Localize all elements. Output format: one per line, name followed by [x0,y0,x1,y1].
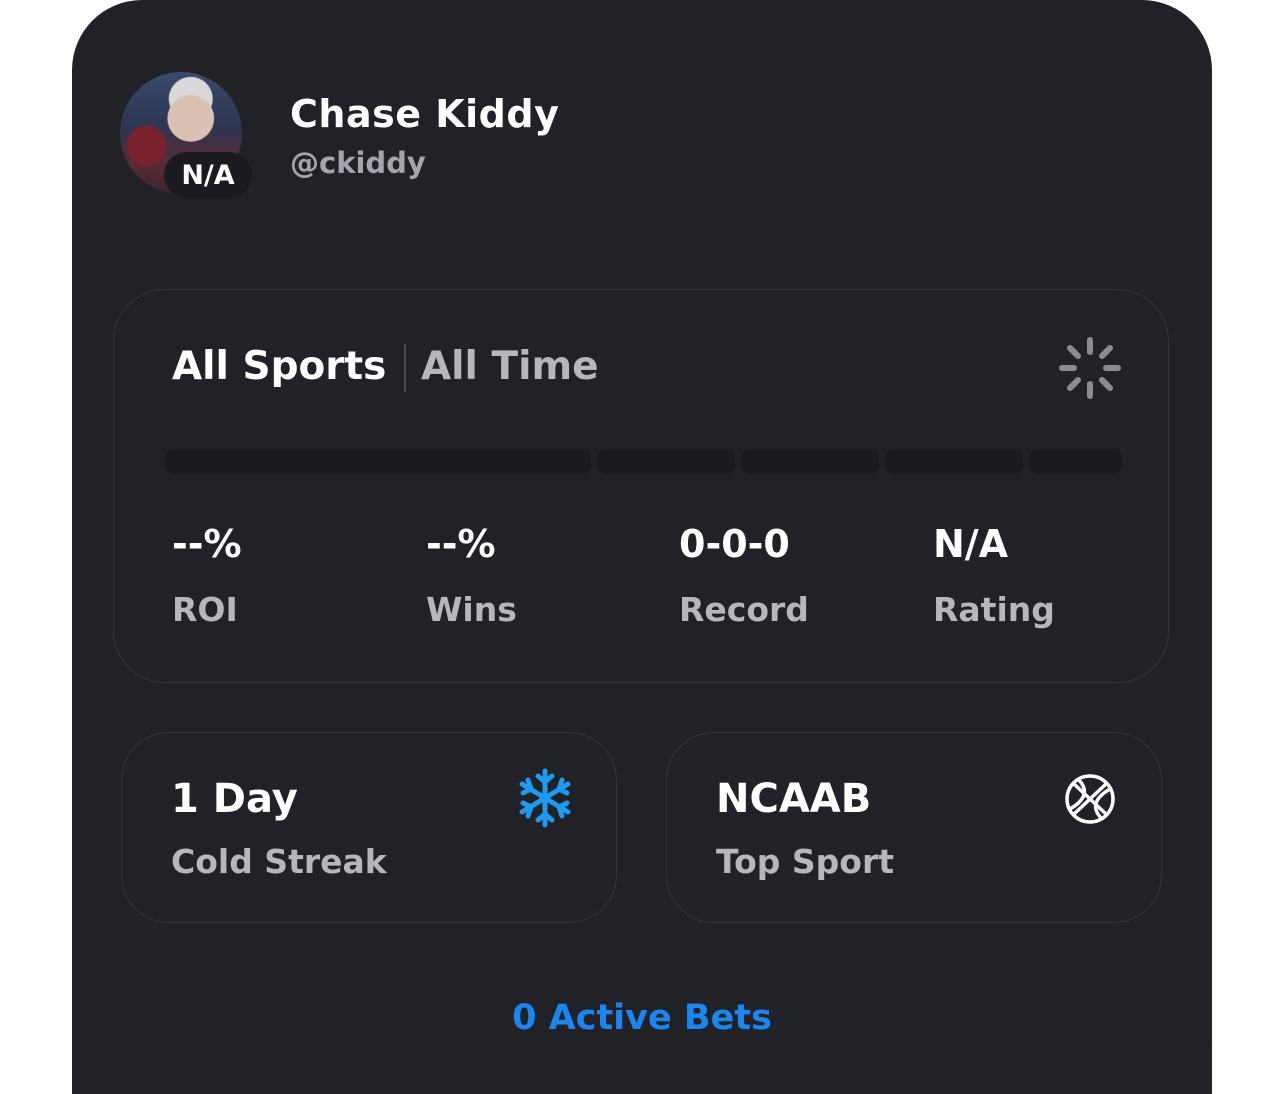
wins-label: Wins [426,590,517,629]
avatar-rating-badge: N/A [164,152,252,198]
active-bets-link[interactable]: 0 Active Bets [0,998,1284,1038]
rating-label: Rating [933,590,1055,629]
roi-value: --% [172,522,242,566]
wins-value: --% [426,522,496,566]
spinner-icon [1059,337,1121,399]
snowflake-icon [519,768,571,828]
user-name: Chase Kiddy [290,92,560,136]
basketball-icon [1065,774,1115,824]
top-sport-label: Top Sport [716,842,895,881]
top-sport-value: NCAAB [716,776,872,822]
record-label: Record [679,590,809,629]
stats-bar-segment [1029,450,1122,474]
filter-divider [404,344,406,392]
streak-label: Cold Streak [171,842,387,881]
roi-label: ROI [172,590,238,629]
stats-bar-segment [885,450,1023,474]
record-value: 0-0-0 [679,522,790,566]
top-sport-card[interactable] [666,732,1162,923]
user-handle: @ckiddy [290,146,426,180]
stats-bar-segment [741,450,879,474]
sport-filter[interactable]: All Sports [172,344,386,389]
rating-value: N/A [933,522,1009,566]
streak-value: 1 Day [171,776,298,822]
stats-bar-segment [597,450,735,474]
stats-bar-segment [165,450,591,474]
time-filter[interactable]: All Time [421,344,599,389]
